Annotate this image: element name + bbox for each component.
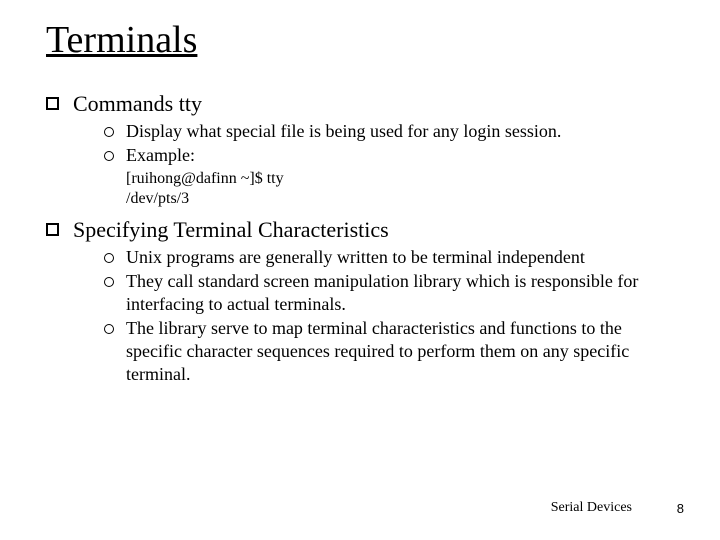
section-2-heading: Specifying Terminal Characteristics [73,216,389,244]
list-item: Unix programs are generally written to b… [104,246,674,269]
footer-label: Serial Devices [551,500,632,516]
code-example: [ruihong@dafinn ~]$ tty /dev/pts/3 [126,169,674,211]
section-1: Commands tty Display what special file i… [46,90,674,210]
section-2-heading-row: Specifying Terminal Characteristics [46,216,674,244]
list-item: The library serve to map terminal charac… [104,317,674,386]
section-1-heading-row: Commands tty [46,90,674,118]
circle-bullet-icon [104,277,114,287]
circle-bullet-icon [104,151,114,161]
code-line-1: /dev/pts/3 [126,189,674,210]
list-item: Display what special file is being used … [104,120,674,143]
code-line-0: [ruihong@dafinn ~]$ tty [126,169,674,190]
section-2-items: Unix programs are generally written to b… [104,246,674,386]
section-1-item-1: Example: [126,144,195,167]
section-2: Specifying Terminal Characteristics Unix… [46,216,674,386]
list-item: Example: [104,144,674,167]
section-2-item-0: Unix programs are generally written to b… [126,246,585,269]
circle-bullet-icon [104,127,114,137]
slide: Terminals Commands tty Display what spec… [0,0,720,540]
circle-bullet-icon [104,253,114,263]
circle-bullet-icon [104,324,114,334]
slide-title: Terminals [46,18,674,62]
list-item: They call standard screen manipulation l… [104,270,674,316]
section-1-heading: Commands tty [73,90,202,118]
section-1-item-0: Display what special file is being used … [126,120,561,143]
square-bullet-icon [46,223,59,236]
section-2-item-1: They call standard screen manipulation l… [126,270,656,316]
section-2-item-2: The library serve to map terminal charac… [126,317,656,386]
page-number: 8 [677,501,684,516]
section-1-items: Display what special file is being used … [104,120,674,167]
square-bullet-icon [46,97,59,110]
